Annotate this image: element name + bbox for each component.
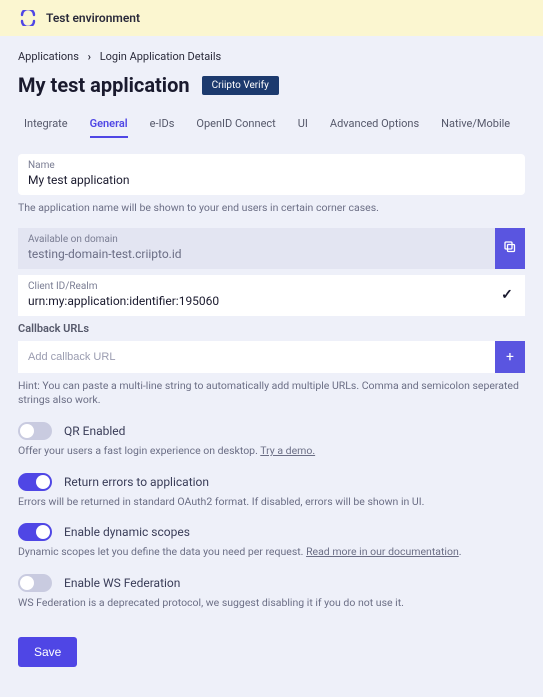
copy-icon — [503, 240, 517, 257]
name-label: Name — [28, 160, 515, 171]
add-callback-button[interactable]: + — [495, 341, 525, 373]
chevron-right-icon: › — [88, 50, 91, 63]
tab-integrate[interactable]: Integrate — [24, 111, 68, 136]
domain-value: testing-domain-test.criipto.id — [28, 247, 485, 261]
return-errors-desc: Errors will be returned in standard OAut… — [18, 495, 525, 510]
save-button[interactable]: Save — [18, 637, 77, 667]
verify-badge: Criipto Verify — [202, 76, 279, 95]
page-title: My test application — [18, 73, 190, 97]
name-value: My test application — [28, 173, 515, 187]
scopes-docs-link[interactable]: Read more in our documentation — [306, 545, 459, 558]
dynamic-scopes-label: Enable dynamic scopes — [64, 525, 190, 539]
return-errors-label: Return errors to application — [64, 475, 209, 489]
dynamic-scopes-toggle[interactable] — [18, 523, 52, 541]
tab-ui[interactable]: UI — [298, 111, 308, 136]
ws-federation-desc: WS Federation is a deprecated protocol, … — [18, 596, 525, 611]
tabs: Integrate General e-IDs OpenID Connect U… — [18, 111, 525, 136]
domain-field: Available on domain testing-domain-test.… — [18, 228, 525, 269]
ws-federation-label: Enable WS Federation — [64, 576, 180, 590]
breadcrumb-current: Login Application Details — [100, 50, 221, 63]
breadcrumb: Applications › Login Application Details — [18, 50, 525, 63]
qr-enabled-toggle[interactable] — [18, 422, 52, 440]
logo-icon — [20, 10, 36, 26]
callback-heading: Callback URLs — [18, 322, 525, 335]
name-help: The application name will be shown to yo… — [18, 201, 525, 216]
client-id-value: urn:my:application:identifier:195060 — [28, 294, 479, 308]
dynamic-scopes-desc: Dynamic scopes let you define the data y… — [18, 545, 525, 560]
tab-eids[interactable]: e-IDs — [150, 111, 175, 136]
environment-banner: Test environment — [0, 0, 543, 36]
breadcrumb-root[interactable]: Applications — [18, 50, 79, 63]
client-id-label: Client ID/Realm — [28, 281, 479, 292]
tab-advanced-options[interactable]: Advanced Options — [330, 111, 419, 136]
qr-enabled-desc: Offer your users a fast login experience… — [18, 444, 525, 459]
callback-url-input[interactable] — [18, 341, 495, 373]
tab-openid-connect[interactable]: OpenID Connect — [196, 111, 275, 136]
check-icon: ✓ — [501, 287, 513, 303]
environment-label: Test environment — [46, 11, 140, 25]
return-errors-toggle[interactable] — [18, 473, 52, 491]
ws-federation-toggle[interactable] — [18, 574, 52, 592]
domain-label: Available on domain — [28, 234, 485, 245]
tab-native-mobile[interactable]: Native/Mobile — [441, 111, 510, 136]
plus-icon: + — [506, 349, 514, 365]
qr-demo-link[interactable]: Try a demo. — [260, 444, 315, 457]
tab-general[interactable]: General — [90, 111, 128, 136]
callback-hint: Hint: You can paste a multi-line string … — [18, 379, 525, 408]
name-field[interactable]: Name My test application — [18, 154, 525, 195]
copy-domain-button[interactable] — [495, 228, 525, 269]
qr-enabled-label: QR Enabled — [64, 424, 125, 438]
client-id-field[interactable]: Client ID/Realm urn:my:application:ident… — [18, 275, 525, 316]
